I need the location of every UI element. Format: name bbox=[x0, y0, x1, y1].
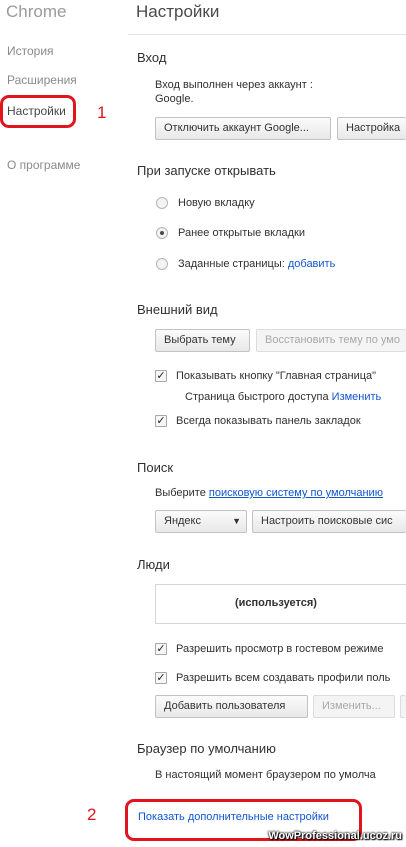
radio-selected-dot bbox=[160, 231, 164, 235]
allow-profiles-label: Разрешить всем создавать профили поль bbox=[176, 672, 391, 684]
step-1-number: 1 bbox=[97, 103, 107, 122]
signin-status-line1: Вход выполнен через аккаунт : bbox=[155, 79, 313, 91]
allow-profiles-checkbox[interactable]: ✓ bbox=[155, 672, 167, 684]
watermark: WowProfessional.ucoz.ru bbox=[268, 830, 402, 842]
appearance-section-title: Внешний вид bbox=[137, 302, 218, 317]
chevron-down-icon: ▼ bbox=[232, 516, 241, 526]
signin-settings-button[interactable]: Настройка bbox=[337, 117, 406, 140]
people-section-title: Люди bbox=[137, 557, 170, 572]
header-divider bbox=[128, 34, 406, 35]
startup-pages-add-link[interactable]: добавить bbox=[288, 258, 335, 270]
sidebar-item-about[interactable]: О программе bbox=[7, 158, 80, 172]
add-user-button[interactable]: Добавить пользователя bbox=[155, 695, 308, 718]
edit-user-button[interactable]: Изменить... bbox=[313, 695, 395, 718]
search-description: Выберите поисковую систему по умолчанию bbox=[155, 487, 383, 499]
bookmarks-bar-checkbox[interactable]: ✓ bbox=[155, 415, 167, 427]
settings-highlight-outline bbox=[0, 95, 76, 128]
guest-browsing-label: Разрешить просмотр в гостевом режиме bbox=[176, 643, 384, 655]
startup-pages-text: Заданные страницы: bbox=[178, 258, 285, 270]
search-engine-value: Яндекс bbox=[164, 515, 201, 527]
home-page-change-link[interactable]: Изменить bbox=[332, 391, 382, 403]
disconnect-account-button[interactable]: Отключить аккаунт Google... bbox=[155, 117, 331, 140]
signin-section-title: Вход bbox=[137, 50, 167, 65]
signin-status-line2: Google. bbox=[155, 93, 194, 105]
search-engine-select[interactable]: Яндекс ▼ bbox=[155, 510, 247, 533]
bookmarks-bar-label: Всегда показывать панель закладок bbox=[176, 415, 361, 427]
default-browser-section-title: Браузер по умолчанию bbox=[137, 741, 276, 756]
sidebar-item-extensions[interactable]: Расширения bbox=[7, 73, 77, 87]
step-2-number: 2 bbox=[87, 805, 97, 824]
reset-theme-button[interactable]: Восстановить тему по умо bbox=[256, 329, 406, 352]
page-title: Настройки bbox=[136, 2, 220, 21]
show-home-label: Показывать кнопку "Главная страница" bbox=[176, 370, 377, 382]
startup-pages-label: Заданные страницы: добавить bbox=[178, 258, 335, 270]
default-search-engine-link[interactable]: поисковую систему по умолчанию bbox=[209, 487, 383, 499]
startup-new-tab-label: Новую вкладку bbox=[178, 197, 255, 209]
remove-user-button[interactable] bbox=[400, 695, 406, 718]
startup-new-tab-radio[interactable] bbox=[156, 197, 168, 209]
manage-search-engines-button[interactable]: Настроить поисковые сис bbox=[252, 510, 406, 533]
startup-continue-radio[interactable] bbox=[156, 227, 168, 239]
default-browser-status: В настоящий момент браузером по умолча bbox=[155, 769, 376, 781]
home-page-line: Страница быстрого доступа Изменить bbox=[185, 391, 381, 403]
current-profile-label: (используется) bbox=[235, 597, 317, 609]
search-section-title: Поиск bbox=[137, 460, 174, 475]
choose-theme-button[interactable]: Выбрать тему bbox=[155, 329, 250, 352]
show-home-checkbox[interactable]: ✓ bbox=[155, 370, 167, 382]
sidebar-item-history[interactable]: История bbox=[7, 44, 54, 58]
home-page-text: Страница быстрого доступа bbox=[185, 391, 329, 403]
startup-section-title: При запуске открывать bbox=[137, 163, 276, 178]
search-description-text: Выберите bbox=[155, 487, 206, 499]
app-title: Chrome bbox=[6, 2, 67, 21]
guest-browsing-checkbox[interactable]: ✓ bbox=[155, 643, 167, 655]
startup-pages-radio[interactable] bbox=[156, 258, 168, 270]
profile-list[interactable]: (используется) bbox=[155, 584, 406, 624]
startup-continue-label: Ранее открытые вкладки bbox=[178, 227, 306, 239]
